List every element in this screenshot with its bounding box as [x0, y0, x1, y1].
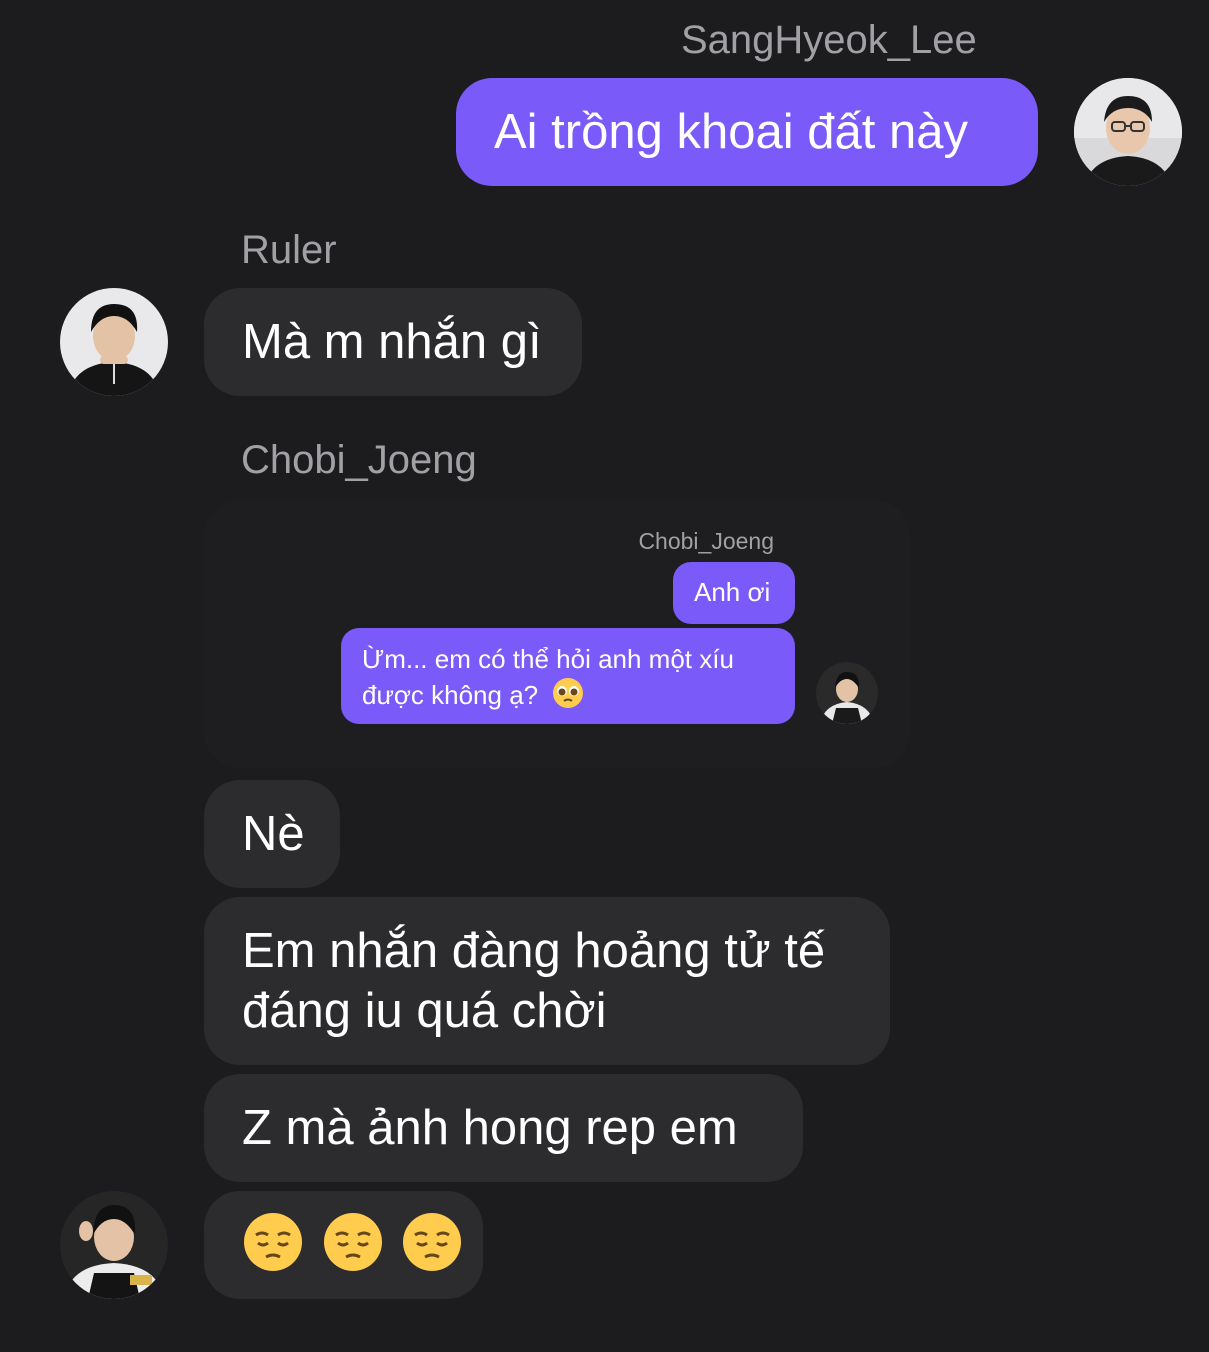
message-text: Em nhắn đàng hoảng tử tế: [242, 924, 826, 978]
message-text: đáng iu quá chời: [242, 984, 607, 1038]
forwarded-message-bubble: Ừm... em có thể hỏi anh một xíu được khô…: [341, 628, 795, 724]
message-bubble-incoming[interactable]: Mà m nhắn gì: [204, 288, 582, 396]
sender-name-chobi: Chobi_Joeng: [241, 438, 477, 482]
message-bubble-incoming[interactable]: Em nhắn đàng hoảng tử tế đáng iu quá chờ…: [204, 897, 890, 1065]
message-bubble-incoming[interactable]: [204, 1191, 483, 1299]
message-text: Z mà ảnh hong rep em: [242, 1101, 738, 1155]
pleading-face-icon: [551, 676, 585, 718]
forwarded-message-text: Anh ơi: [694, 577, 771, 607]
sender-name-sanghyeok: SangHyeok_Lee: [681, 18, 977, 62]
forwarded-avatar: [816, 662, 878, 724]
message-bubble-incoming[interactable]: Z mà ảnh hong rep em: [204, 1074, 803, 1182]
forwarded-screenshot[interactable]: Chobi_Joeng Anh ơi Ừm... em có thể hỏi a…: [204, 500, 910, 768]
pensive-face-icon: [242, 1211, 304, 1287]
message-bubble-outgoing[interactable]: Ai trồng khoai đất này: [456, 78, 1038, 186]
forwarded-message-text: Ừm... em có thể hỏi anh một xíu: [362, 644, 734, 674]
sender-name-ruler: Ruler: [241, 228, 337, 272]
message-text: Nè: [242, 807, 305, 861]
avatar-sanghyeok[interactable]: [1074, 78, 1182, 186]
message-text: Mà m nhắn gì: [242, 315, 542, 369]
forwarded-message-bubble: Anh ơi: [673, 562, 795, 624]
pensive-face-icon: [401, 1211, 463, 1287]
avatar-ruler[interactable]: [60, 288, 168, 396]
forwarded-message-text: được không ạ?: [362, 679, 539, 710]
pensive-face-icon: [322, 1211, 384, 1287]
avatar-chobi[interactable]: [60, 1191, 168, 1299]
message-bubble-incoming[interactable]: Nè: [204, 780, 340, 888]
message-text: Ai trồng khoai đất này: [494, 105, 968, 159]
forwarded-sender-name: Chobi_Joeng: [638, 528, 774, 554]
